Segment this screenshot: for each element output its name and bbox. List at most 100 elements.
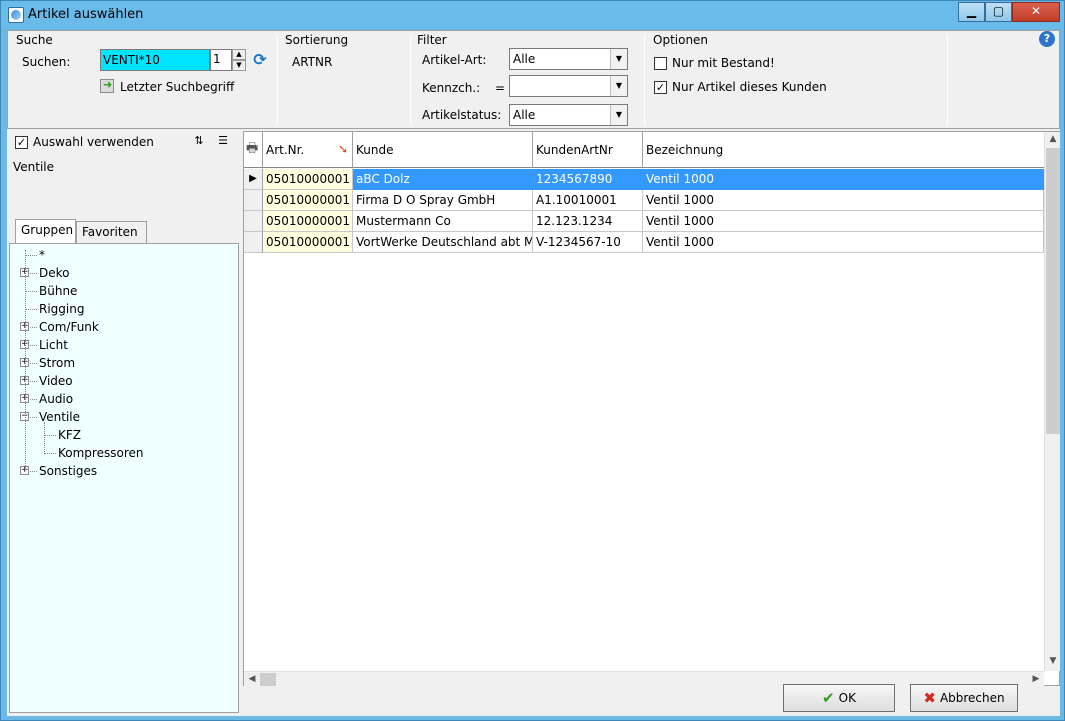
article-type-label: Artikel-Art: — [422, 53, 487, 67]
printer-icon[interactable]: 🖶 — [246, 142, 261, 156]
scroll-up-icon[interactable]: ▲ — [1045, 132, 1061, 147]
refresh-icon[interactable]: ⟳ — [251, 51, 269, 69]
tree-item[interactable]: Video — [39, 372, 73, 390]
code-select[interactable]: ▼ — [509, 75, 628, 97]
scroll-left-icon[interactable]: ◀ — [244, 672, 260, 687]
article-grid: 🖶 Art.Nr. ➘ Kunde KundenArtNr Bezeichnun… — [243, 131, 1060, 686]
dialog-client: Suche Suchen: 1 ▲ ▼ ⟳ Letzter Suchbegrif… — [7, 30, 1060, 716]
search-label: Suchen: — [22, 55, 71, 69]
divider — [947, 35, 948, 125]
table-cell-bezeichnung[interactable]: Ventil 1000 — [643, 169, 1044, 190]
horizontal-scroll-thumb[interactable] — [260, 673, 276, 686]
column-header-kunde[interactable]: Kunde — [353, 132, 533, 168]
row-indicator-icon[interactable]: ▶ — [244, 169, 263, 190]
divider — [277, 35, 278, 125]
tree-guide-line — [44, 422, 45, 452]
use-selection-checkbox[interactable]: ✓ — [15, 136, 28, 149]
cancel-button-label: Abbrechen — [939, 691, 1005, 705]
chevron-down-icon[interactable]: ▼ — [610, 76, 627, 96]
tree-item[interactable]: Strom — [39, 354, 75, 372]
table-cell-kunden-art-nr[interactable]: A1.10010001 — [533, 190, 643, 211]
table-row[interactable]: 05010000001 VortWerke Deutschland abt M V-… — [244, 232, 1044, 253]
spin-up-button[interactable]: ▲ — [232, 49, 246, 60]
tab-favoriten[interactable]: Favoriten — [76, 221, 147, 243]
table-cell-bezeichnung[interactable]: Ventil 1000 — [643, 190, 1044, 211]
only-stock-checkbox[interactable] — [654, 57, 667, 70]
table-cell-kunden-art-nr[interactable]: 1234567890 — [533, 169, 643, 190]
tree-item[interactable]: Kompressoren — [58, 444, 143, 462]
tab-gruppen[interactable]: Gruppen — [15, 219, 76, 243]
selected-group-text: Ventile — [13, 160, 55, 174]
row-header[interactable] — [244, 211, 263, 232]
table-cell-kunde[interactable]: VortWerke Deutschland abt M — [353, 232, 533, 253]
scroll-right-icon[interactable]: ▶ — [1028, 672, 1044, 687]
table-cell-bezeichnung[interactable]: Ventil 1000 — [643, 232, 1044, 253]
table-row[interactable]: 05010000001 Mustermann Co 12.123.1234 Venti… — [244, 211, 1044, 232]
grid-corner[interactable]: 🖶 — [244, 132, 263, 168]
column-header-artnr[interactable]: Art.Nr. ➘ — [263, 132, 353, 168]
sorting-group-title: Sortierung — [285, 33, 349, 47]
tree-item[interactable]: Com/Funk — [39, 318, 99, 336]
table-row[interactable]: ▶ 05010000001 aBC Dolz 1234567890 Ventil 100… — [244, 169, 1044, 190]
sort-arrow-icon: ➘ — [337, 142, 348, 156]
spin-down-button[interactable]: ▼ — [232, 60, 246, 71]
article-type-select[interactable]: Alle ▼ — [509, 48, 628, 70]
tree-item[interactable]: Sonstiges — [39, 462, 97, 480]
tree-connector — [25, 255, 37, 256]
tree-expand-icon[interactable]: ⇅ — [191, 134, 207, 148]
table-cell-kunde[interactable]: Firma D O Spray GmbH — [353, 190, 533, 211]
minimize-button[interactable]: ▁ — [958, 2, 985, 22]
only-customer-checkbox[interactable]: ✓ — [654, 81, 667, 94]
column-header-kundenartnr[interactable]: KundenArtNr — [533, 132, 643, 168]
app-icon — [8, 7, 24, 23]
tree-view-icon[interactable]: ☰ — [215, 134, 231, 148]
table-row[interactable]: 05010000001 Firma D O Spray GmbH A1.100100… — [244, 190, 1044, 211]
chevron-down-icon[interactable]: ▼ — [610, 49, 627, 69]
scroll-down-icon[interactable]: ▼ — [1045, 654, 1061, 669]
cancel-button[interactable]: ✖ Abbrechen — [910, 684, 1018, 712]
ok-button-label: OK — [838, 691, 856, 705]
window: Artikel auswählen ▁ ▢ ✕ Suche Suchen: 1 … — [0, 0, 1065, 721]
maximize-button[interactable]: ▢ — [985, 2, 1012, 22]
tree-item[interactable]: Bühne — [39, 282, 77, 300]
tree-item[interactable]: Ventile — [39, 408, 80, 426]
column-header-bezeichnung[interactable]: Bezeichnung — [643, 132, 1044, 168]
table-cell-art-nr[interactable]: 05010000001 — [263, 211, 353, 232]
table-cell-kunden-art-nr[interactable]: 12.123.1234 — [533, 211, 643, 232]
row-header[interactable] — [244, 232, 263, 253]
table-cell-kunde[interactable]: Mustermann Co — [353, 211, 533, 232]
tree-item[interactable]: Audio — [39, 390, 73, 408]
tree-connector — [25, 291, 37, 292]
table-cell-art-nr[interactable]: 05010000001 — [263, 169, 353, 190]
search-input[interactable] — [100, 49, 210, 71]
help-icon[interactable]: ? — [1039, 31, 1055, 47]
use-selection-label: Auswahl verwenden — [33, 135, 154, 149]
status-select[interactable]: Alle ▼ — [509, 104, 628, 126]
tree-item[interactable]: Rigging — [39, 300, 84, 318]
tree-item[interactable]: * — [39, 246, 45, 264]
checkmark-icon: ✔ — [822, 689, 835, 707]
status-label: Artikelstatus: — [422, 108, 502, 122]
cross-icon: ✖ — [923, 689, 936, 707]
chevron-down-icon[interactable]: ▼ — [610, 105, 627, 125]
table-cell-kunde[interactable]: aBC Dolz — [353, 169, 533, 190]
table-cell-art-nr[interactable]: 05010000001 — [263, 232, 353, 253]
tree-item[interactable]: Deko — [39, 264, 70, 282]
vertical-scroll-thumb[interactable] — [1046, 148, 1060, 434]
tree-item[interactable]: Licht — [39, 336, 68, 354]
tree-item[interactable]: KFZ — [58, 426, 81, 444]
only-customer-label: Nur Artikel dieses Kunden — [672, 80, 827, 94]
tree-connector — [44, 435, 56, 436]
table-cell-art-nr[interactable]: 05010000001 — [263, 190, 353, 211]
ok-button[interactable]: ✔ OK — [783, 684, 895, 712]
close-button[interactable]: ✕ — [1012, 2, 1060, 22]
search-spin-value[interactable]: 1 — [210, 49, 232, 71]
table-cell-kunden-art-nr[interactable]: V-1234567-10 — [533, 232, 643, 253]
only-stock-label: Nur mit Bestand! — [672, 56, 775, 70]
tree-connector — [44, 453, 56, 454]
title-bar[interactable]: Artikel auswählen ▁ ▢ ✕ — [1, 1, 1064, 29]
search-group-title: Suche — [16, 33, 53, 47]
table-cell-bezeichnung[interactable]: Ventil 1000 — [643, 211, 1044, 232]
vertical-scrollbar[interactable]: ▲ ▼ — [1044, 132, 1060, 671]
row-header[interactable] — [244, 190, 263, 211]
